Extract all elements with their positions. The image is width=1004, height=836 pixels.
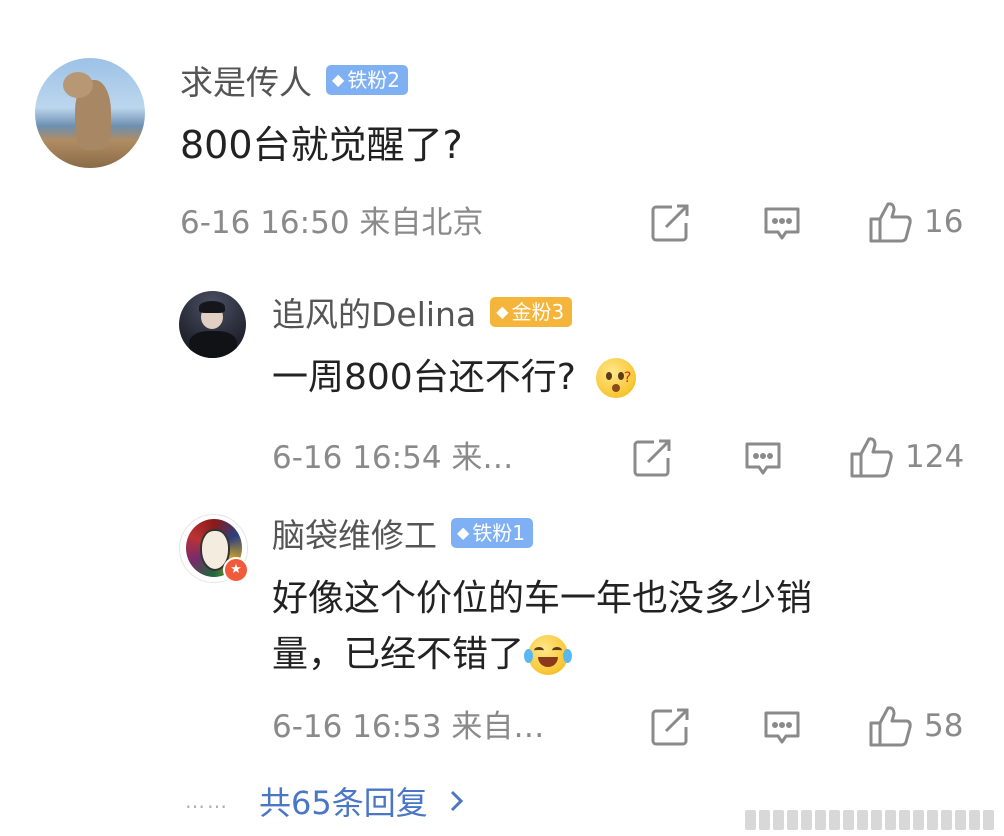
like-button[interactable]: 58	[868, 704, 963, 748]
comment-item: ★ 脑袋维修工 ◆ 铁粉1 好像这个价位的车一年也没多少销 量，已经不错了 6-…	[0, 0, 1004, 770]
thumbs-up-icon	[869, 706, 912, 747]
chevron-right-icon	[450, 790, 463, 812]
more-replies-row: …… 共65条回复	[185, 778, 468, 824]
watermark	[745, 810, 994, 830]
view-all-replies-link[interactable]: 共65条回复	[259, 778, 468, 824]
verified-badge-icon: ★	[223, 557, 249, 583]
share-icon	[651, 708, 689, 746]
fan-badge[interactable]: ◆ 铁粉1	[451, 518, 534, 548]
fan-badge-label: 铁粉1	[472, 521, 526, 545]
like-count: 58	[924, 708, 964, 744]
laugh-cry-emoji-icon	[524, 635, 573, 675]
share-button[interactable]	[650, 707, 692, 747]
comment-meta: 6-16 16:53 来自…	[272, 709, 545, 745]
comment-text-line: 好像这个价位的车一年也没多少销	[272, 578, 813, 619]
ellipsis-dots: ……	[185, 789, 229, 813]
comment-icon	[764, 711, 800, 744]
comment-text-line: 量，已经不错了	[272, 629, 573, 681]
view-all-replies-label: 共65条回复	[259, 784, 428, 822]
username-row: 脑袋维修工 ◆ 铁粉1	[272, 509, 534, 557]
comment-text-body: 量，已经不错了	[272, 634, 525, 675]
username[interactable]: 脑袋维修工	[272, 509, 437, 557]
diamond-icon: ◆	[457, 523, 470, 542]
comment-button[interactable]	[762, 709, 802, 747]
